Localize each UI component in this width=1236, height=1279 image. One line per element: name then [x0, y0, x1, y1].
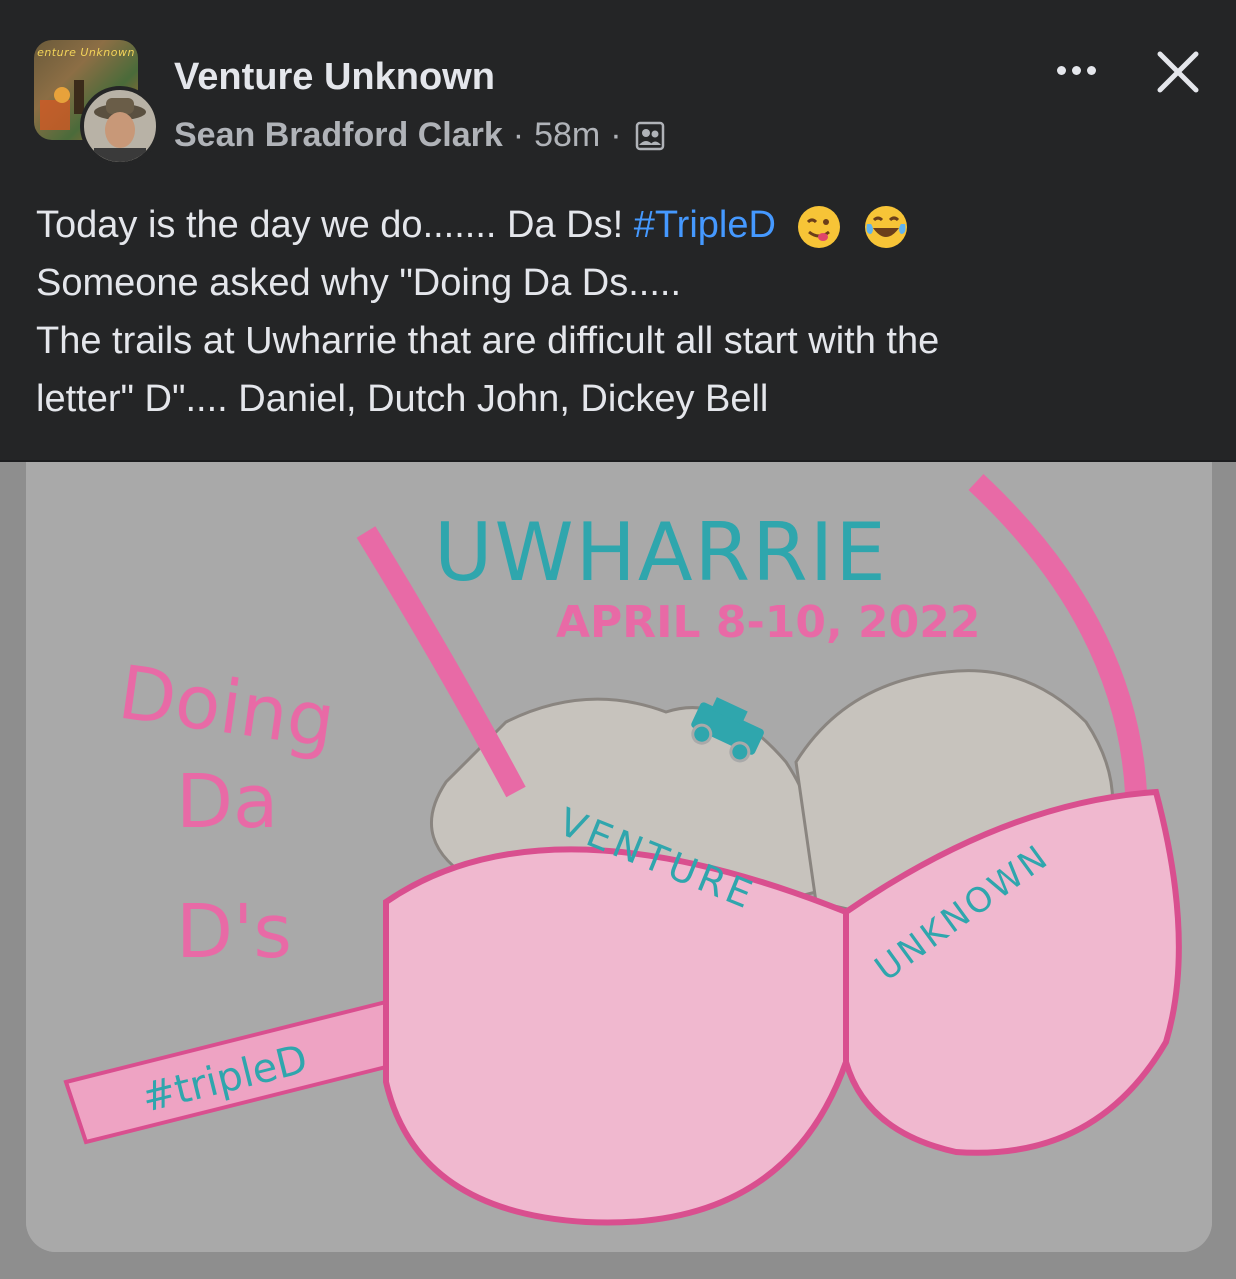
flyer-side-line3: D's	[176, 889, 292, 975]
meta-separator: ·	[512, 116, 525, 154]
post-image[interactable]: UWHARRIE APRIL 8-10, 2022 Doing Da D's #…	[26, 462, 1212, 1252]
group-name-link[interactable]: Venture Unknown	[174, 56, 495, 99]
post-text-line: Someone asked why "Doing Da Ds.....	[36, 262, 682, 304]
more-options-dot	[1086, 65, 1096, 75]
author-link[interactable]: Sean Bradford Clark	[174, 116, 503, 155]
post-header: enture Unknown Venture Unknown Sean Brad…	[0, 0, 1236, 460]
flyer-date: APRIL 8-10, 2022	[556, 597, 981, 648]
hashtag-link[interactable]: #TripleD	[634, 204, 776, 246]
group-members-icon[interactable]	[634, 120, 666, 152]
event-flyer-artwork: UWHARRIE APRIL 8-10, 2022 Doing Da D's #…	[26, 462, 1212, 1252]
post-image-frame: UWHARRIE APRIL 8-10, 2022 Doing Da D's #…	[0, 462, 1236, 1279]
post-text-segment: Today is the day we do....... Da Ds!	[36, 204, 634, 246]
close-icon[interactable]	[1150, 44, 1206, 100]
tears-of-joy-emoji	[865, 205, 908, 248]
avatar-group[interactable]: enture Unknown	[34, 40, 160, 166]
post-text-line: Today is the day we do....... Da Ds! #Tr…	[36, 196, 1206, 254]
more-options-button[interactable]	[1046, 52, 1106, 88]
winking-face-tongue-emoji	[798, 205, 841, 248]
post-time[interactable]: 58m	[534, 116, 600, 155]
meta-separator: ·	[610, 116, 622, 154]
post-text-line: letter" D".... Daniel, Dutch John, Dicke…	[36, 378, 769, 420]
flyer-side-line2: Da	[176, 759, 278, 845]
left-cup	[383, 846, 849, 1226]
post-meta: Sean Bradford Clark · 58m ·	[174, 116, 666, 155]
post-text-line: The trails at Uwharrie that are difficul…	[36, 320, 940, 362]
more-options-dot	[1071, 65, 1081, 75]
more-options-icon	[1056, 65, 1066, 75]
user-avatar[interactable]	[80, 86, 160, 166]
post-text: Today is the day we do....... Da Ds! #Tr…	[36, 196, 1206, 428]
profile-photo-icon	[94, 98, 146, 162]
flyer-title: UWHARRIE	[434, 506, 888, 599]
